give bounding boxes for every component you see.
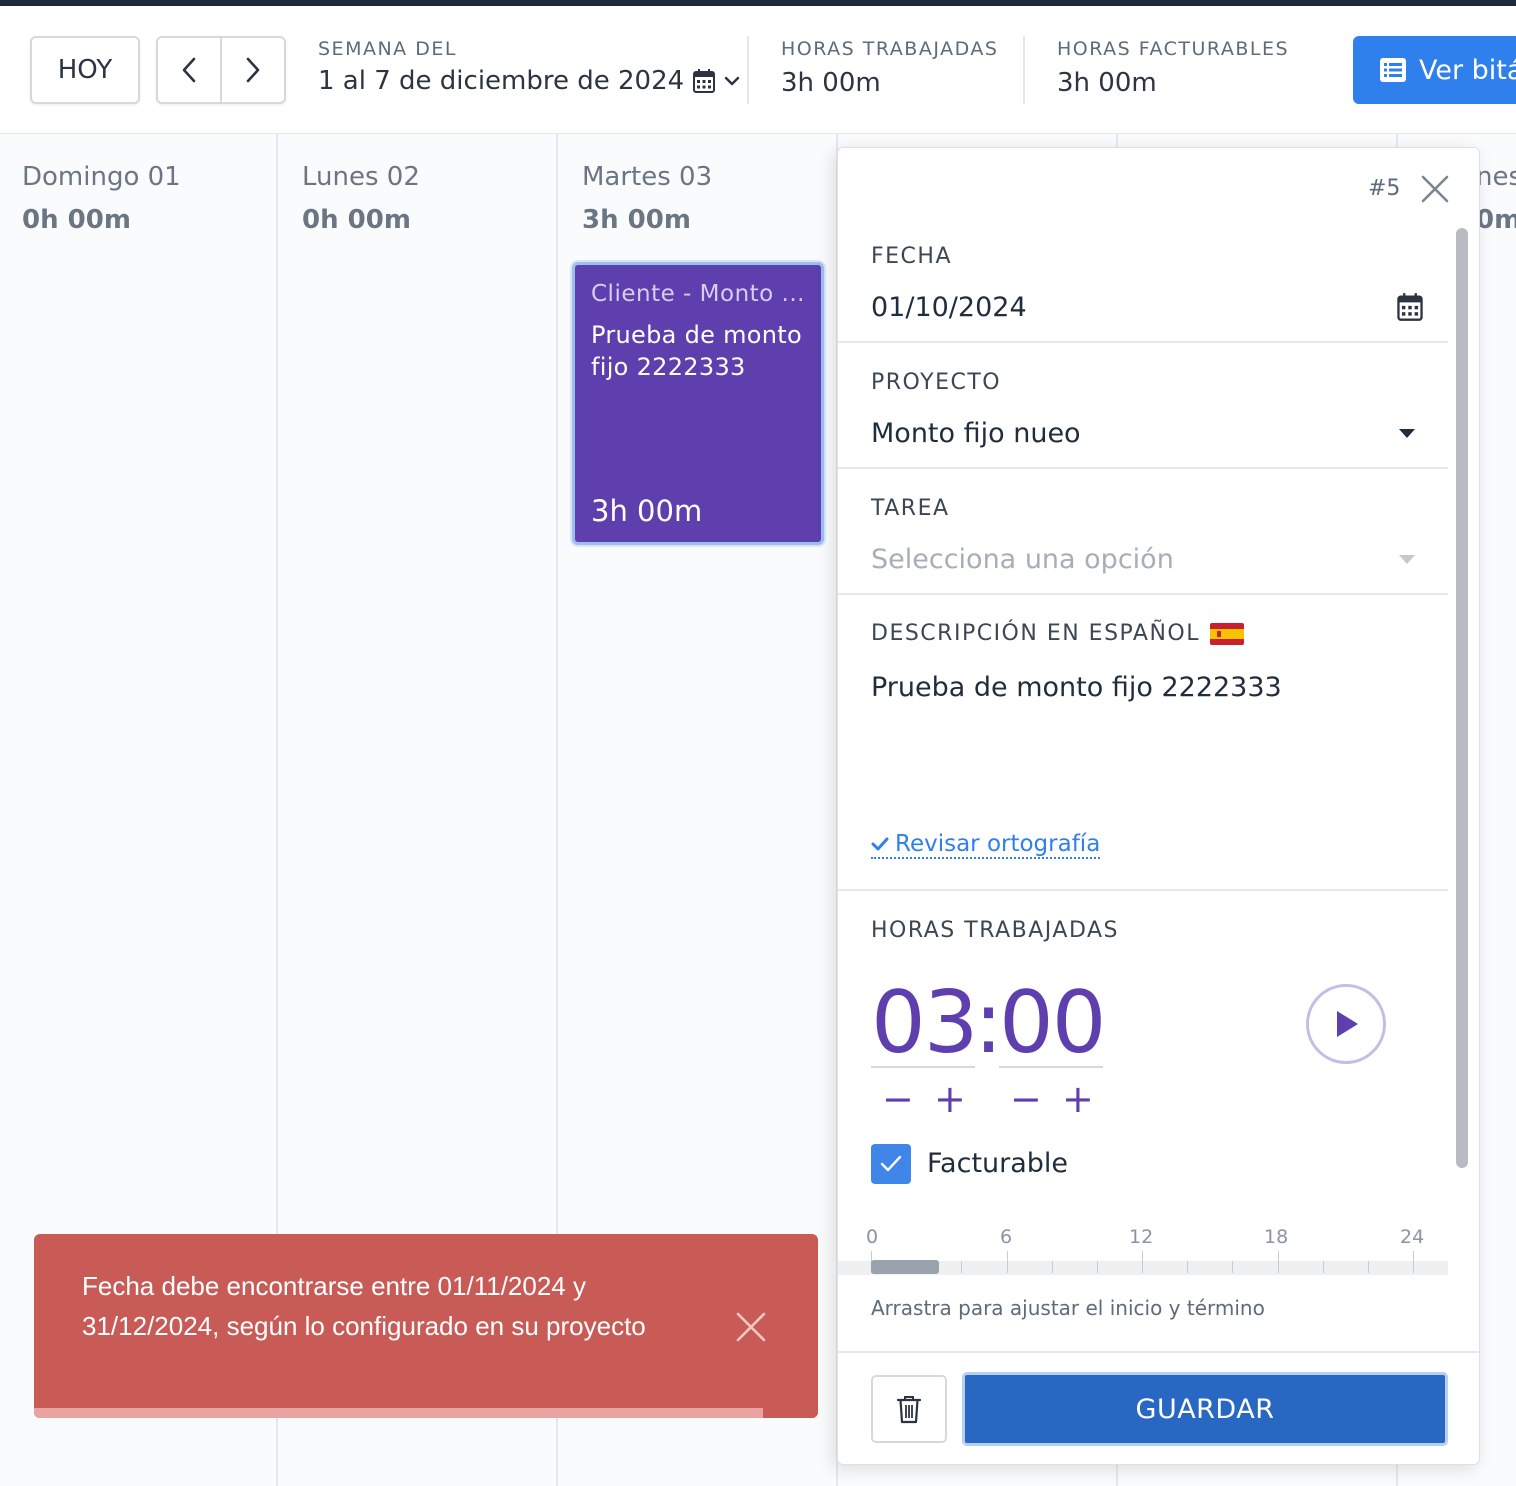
minutes-value[interactable]: 00 <box>999 973 1106 1073</box>
timeline-tick-label: 24 <box>1400 1226 1425 1248</box>
day-hours: 0m <box>1476 205 1516 235</box>
billable-label: Facturable <box>927 1148 1069 1179</box>
today-button[interactable]: HOY <box>30 36 140 104</box>
chevron-left-icon <box>182 57 196 83</box>
timeline-tick <box>1187 1261 1189 1273</box>
day-name: Martes 03 <box>582 162 713 192</box>
calendar-icon <box>693 69 716 93</box>
task-placeholder: Selecciona una opción <box>871 544 1174 575</box>
delete-button[interactable] <box>871 1375 947 1443</box>
timeline-tick-label: 12 <box>1129 1226 1154 1248</box>
timeline-tick <box>1277 1251 1279 1273</box>
view-log-label: Ver bitá <box>1419 54 1516 86</box>
timeline-tick-label: 0 <box>866 1226 879 1248</box>
timeline-tick-label: 18 <box>1264 1226 1289 1248</box>
time-entry-panel: #5 FECHA 01/10/2024 PROYECTO Monto fijo … <box>837 147 1480 1465</box>
timeline-hint: Arrastra para ajustar el inicio y términ… <box>871 1296 1265 1320</box>
hours-value[interactable]: 03 <box>871 973 978 1073</box>
billable-hours-value: 3h 00m <box>1057 68 1157 98</box>
caret-down-icon <box>1399 429 1415 438</box>
day-hours: 3h 00m <box>582 205 691 235</box>
panel-scrollbar[interactable] <box>1456 228 1468 1168</box>
event-duration: 3h 00m <box>591 494 703 528</box>
previous-week-button[interactable] <box>158 38 220 102</box>
date-label: FECHA <box>871 244 953 269</box>
hours-decrement-button[interactable]: − <box>882 1080 914 1118</box>
hours-worked-label: HORAS TRABAJADAS <box>871 918 1120 943</box>
close-icon[interactable] <box>734 1310 768 1344</box>
chevron-down-icon <box>724 76 740 86</box>
list-icon <box>1380 58 1406 82</box>
minutes-underline <box>999 1066 1103 1068</box>
week-navigation <box>156 36 286 104</box>
date-field[interactable]: FECHA 01/10/2024 <box>838 148 1448 343</box>
date-value: 01/10/2024 <box>871 292 1027 323</box>
worked-hours-value: 3h 00m <box>781 68 881 98</box>
section-divider <box>838 889 1448 891</box>
minutes-increment-button[interactable]: + <box>1062 1080 1094 1118</box>
worked-hours-label: HORAS TRABAJADAS <box>781 38 999 60</box>
project-select[interactable]: PROYECTO Monto fijo nueo <box>838 343 1448 469</box>
day-hours: 0h 00m <box>22 205 131 235</box>
event-client: Cliente - Monto ... <box>591 281 805 307</box>
week-header: HOY SEMANA DEL 1 al 7 de diciembre de 20… <box>0 6 1516 134</box>
toast-progress-bar <box>34 1408 818 1418</box>
timeline-range-handle[interactable] <box>871 1260 939 1274</box>
description-text[interactable]: Prueba de monto fijo 2222333 <box>871 670 1411 706</box>
day-hours: 0h 00m <box>302 205 411 235</box>
error-toast: Fecha debe encontrarse entre 01/11/2024 … <box>34 1234 818 1418</box>
week-label: SEMANA DEL <box>318 38 457 60</box>
timeline-tick <box>1367 1261 1369 1273</box>
header-divider <box>1023 36 1025 104</box>
description-header: DESCRIPCIÓN EN ESPAÑOL <box>871 621 1244 646</box>
hours-underline <box>871 1066 975 1068</box>
billable-hours-label: HORAS FACTURABLES <box>1057 38 1290 60</box>
trash-icon <box>896 1396 922 1424</box>
day-name: Lunes 02 <box>302 162 420 192</box>
chevron-right-icon <box>246 57 260 83</box>
timeline-tick <box>1142 1251 1143 1273</box>
day-name: Domingo 01 <box>22 162 181 192</box>
toast-message: Fecha debe encontrarse entre 01/11/2024 … <box>82 1271 646 1341</box>
header-divider <box>747 36 749 104</box>
project-value: Monto fijo nueo <box>871 418 1081 449</box>
timeline-tick <box>1413 1251 1414 1273</box>
timeline-tick <box>1006 1251 1008 1273</box>
hours-increment-button[interactable]: + <box>934 1080 966 1118</box>
check-icon <box>871 837 889 851</box>
toast-progress-fill <box>34 1408 764 1418</box>
timeline-tick <box>1096 1261 1098 1273</box>
week-value: 1 al 7 de diciembre de 2024 <box>318 66 685 96</box>
timeline-tick <box>961 1261 963 1273</box>
timeline-tick <box>1232 1261 1234 1273</box>
caret-down-icon <box>1399 555 1415 564</box>
save-button[interactable]: GUARDAR <box>962 1372 1448 1446</box>
timeline-tick-label: 6 <box>1000 1226 1013 1248</box>
day-name: nes <box>1476 162 1516 192</box>
start-timer-button[interactable] <box>1306 984 1386 1064</box>
project-label: PROYECTO <box>871 370 1002 395</box>
calendar-icon[interactable] <box>1396 292 1424 322</box>
week-selector[interactable]: 1 al 7 de diciembre de 2024 <box>318 66 740 96</box>
event-description: Prueba de monto fijo 2222333 <box>591 321 802 381</box>
checkmark-icon <box>880 1155 902 1172</box>
timeline-tick <box>1322 1261 1324 1273</box>
minutes-decrement-button[interactable]: − <box>1010 1080 1042 1118</box>
time-entry-card[interactable]: Cliente - Monto ... Prueba de monto fijo… <box>572 262 824 545</box>
spain-flag-icon <box>1209 622 1244 645</box>
spellcheck-label: Revisar ortografía <box>895 831 1101 857</box>
footer-divider <box>838 1351 1479 1353</box>
task-select[interactable]: TAREA Selecciona una opción <box>838 469 1448 595</box>
spellcheck-link[interactable]: Revisar ortografía <box>871 831 1101 859</box>
task-label: TAREA <box>871 496 950 521</box>
view-log-button[interactable]: Ver bitá <box>1353 36 1516 104</box>
time-separator: : <box>974 973 1003 1073</box>
description-label: DESCRIPCIÓN EN ESPAÑOL <box>871 621 1200 646</box>
play-icon <box>1337 1011 1358 1037</box>
billable-checkbox[interactable] <box>871 1144 911 1184</box>
timeline-tick <box>1051 1261 1053 1273</box>
next-week-button[interactable] <box>220 38 284 102</box>
